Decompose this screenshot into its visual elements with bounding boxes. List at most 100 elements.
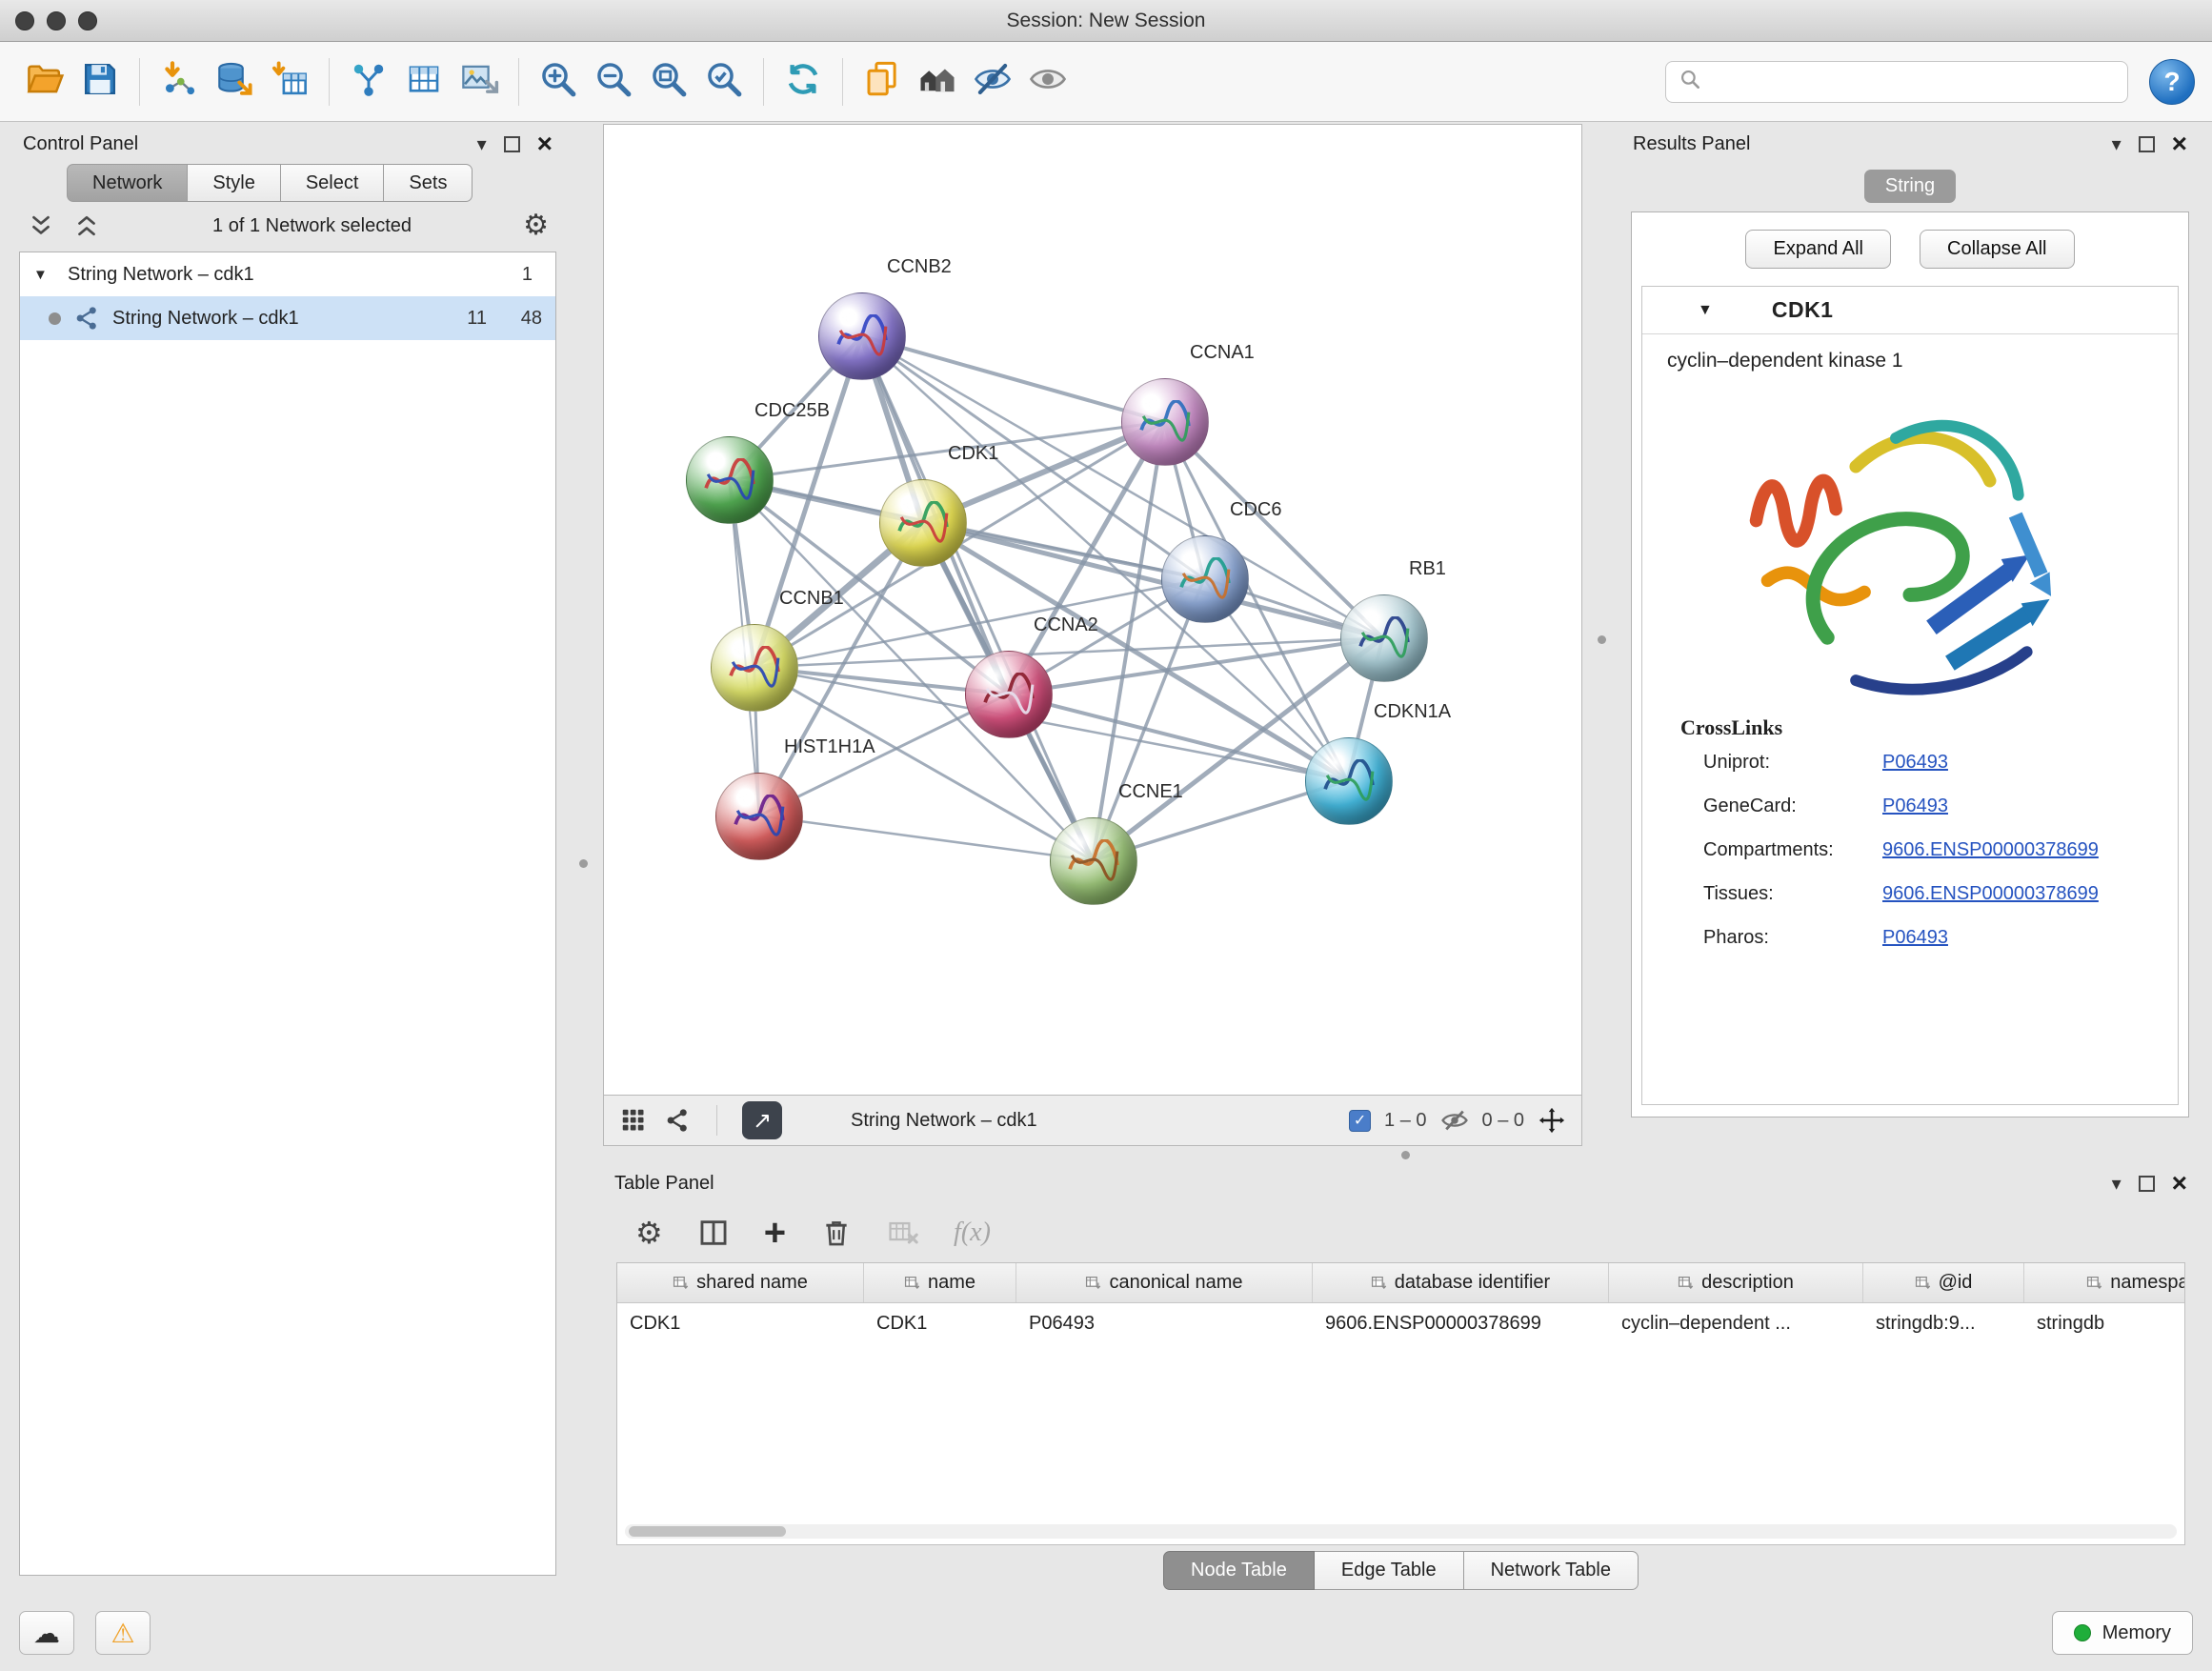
column-header-at-id[interactable]: @id [1863, 1263, 2024, 1302]
panel-float-icon[interactable] [2139, 136, 2155, 152]
zoom-fit-button[interactable] [641, 52, 696, 111]
left-splitter[interactable] [564, 124, 603, 1595]
panel-close-icon[interactable]: × [2172, 1170, 2187, 1197]
column-header-description[interactable]: description [1609, 1263, 1863, 1302]
refresh-button[interactable] [775, 52, 831, 111]
section-expand-icon[interactable]: ▼ [1698, 302, 1713, 319]
crosslink-link[interactable]: 9606.ENSP00000378699 [1882, 839, 2099, 861]
cloud-button[interactable]: ☁ [19, 1611, 74, 1655]
tab-edge-table[interactable]: Edge Table [1315, 1551, 1464, 1590]
tab-select[interactable]: Select [281, 164, 385, 202]
scrollbar-thumb[interactable] [629, 1526, 786, 1537]
hidden-eye-icon[interactable] [1440, 1106, 1469, 1135]
add-column-icon[interactable]: + [764, 1218, 786, 1248]
panel-close-icon[interactable]: × [2172, 131, 2187, 157]
import-network-database-button[interactable] [207, 52, 262, 111]
table-cell[interactable]: CDK1 [864, 1313, 1016, 1335]
panel-menu-icon[interactable]: ▾ [2112, 132, 2122, 156]
column-header-shared-name[interactable]: shared name [617, 1263, 864, 1302]
gear-icon[interactable]: ⚙ [523, 211, 549, 240]
zoom-in-button[interactable] [531, 52, 586, 111]
zoom-selected-button[interactable] [696, 52, 752, 111]
network-node-cdc6[interactable] [1161, 535, 1249, 623]
column-header-database-identifier[interactable]: database identifier [1313, 1263, 1609, 1302]
expand-all-icon[interactable] [72, 211, 101, 240]
gene-section-header[interactable]: ▼ CDK1 [1642, 287, 2178, 334]
warnings-button[interactable]: ⚠ [95, 1611, 151, 1655]
network-canvas[interactable]: CCNB2CCNA1CDC25BCDK1CDC6RB1CCNB1CCNA2CDK… [603, 124, 1582, 1095]
crosslink-link[interactable]: P06493 [1882, 927, 1948, 949]
network-node-hist1h1a[interactable] [715, 773, 803, 860]
network-node-ccna2[interactable] [965, 651, 1053, 738]
open-session-button[interactable] [17, 52, 72, 111]
search-box[interactable] [1665, 61, 2128, 103]
table-cell[interactable]: CDK1 [617, 1313, 864, 1335]
table-horizontal-scrollbar[interactable] [625, 1524, 2177, 1539]
panel-close-icon[interactable]: × [537, 131, 553, 157]
collapse-all-icon[interactable] [27, 211, 55, 240]
tab-string[interactable]: String [1864, 170, 1956, 203]
horizontal-splitter[interactable] [603, 1146, 2199, 1163]
zoom-out-button[interactable] [586, 52, 641, 111]
import-network-file-button[interactable] [151, 52, 207, 111]
table-cell[interactable]: stringdb [2024, 1313, 2185, 1335]
delete-column-icon[interactable] [820, 1217, 853, 1249]
tab-style[interactable]: Style [188, 164, 280, 202]
tree-expand-icon[interactable]: ▼ [33, 267, 56, 283]
panel-float-icon[interactable] [504, 136, 520, 152]
table-cell[interactable]: P06493 [1016, 1313, 1313, 1335]
hide-selected-button[interactable] [965, 52, 1020, 111]
network-node-ccnb1[interactable] [711, 624, 798, 712]
panel-float-icon[interactable] [2139, 1176, 2155, 1192]
table-cell[interactable]: cyclin–dependent ... [1609, 1313, 1863, 1335]
new-network-button[interactable] [341, 52, 396, 111]
home-button[interactable] [910, 52, 965, 111]
duplicate-network-button[interactable] [855, 52, 910, 111]
new-table-button[interactable] [396, 52, 452, 111]
network-node-ccne1[interactable] [1050, 817, 1137, 905]
window-close-button[interactable] [15, 11, 34, 30]
show-columns-icon[interactable] [697, 1217, 730, 1249]
search-input[interactable] [1712, 70, 2116, 92]
column-header-name[interactable]: name [864, 1263, 1016, 1302]
tree-row-network[interactable]: String Network – cdk1 11 48 [20, 296, 555, 340]
panel-menu-icon[interactable]: ▾ [2112, 1172, 2122, 1196]
save-session-button[interactable] [72, 52, 128, 111]
table-cell[interactable]: 9606.ENSP00000378699 [1313, 1313, 1609, 1335]
network-overview-icon[interactable] [663, 1106, 692, 1135]
crosslink-link[interactable]: P06493 [1882, 752, 1948, 774]
show-all-button[interactable] [1020, 52, 1076, 111]
import-table-file-button[interactable] [262, 52, 317, 111]
column-header-canonical-name[interactable]: canonical name [1016, 1263, 1313, 1302]
window-zoom-button[interactable] [78, 11, 97, 30]
network-node-rb1[interactable] [1340, 594, 1428, 682]
network-node-cdkn1a[interactable] [1305, 737, 1393, 825]
collapse-all-button[interactable]: Collapse All [1920, 230, 2075, 269]
tree-row-collection[interactable]: ▼ String Network – cdk1 1 [20, 252, 555, 296]
table-cell[interactable]: stringdb:9... [1863, 1313, 2024, 1335]
window-minimize-button[interactable] [47, 11, 66, 30]
tab-network-table[interactable]: Network Table [1464, 1551, 1639, 1590]
column-header-namespace[interactable]: namespace [2024, 1263, 2185, 1302]
tab-sets[interactable]: Sets [384, 164, 473, 202]
selected-checkbox-icon[interactable]: ✓ [1349, 1110, 1371, 1132]
table-row[interactable]: CDK1CDK1P064939606.ENSP00000378699cyclin… [617, 1303, 2184, 1343]
panel-menu-icon[interactable]: ▾ [477, 132, 487, 156]
birdseye-grid-icon[interactable] [619, 1106, 648, 1135]
table-settings-gear-icon[interactable]: ⚙ [635, 1218, 663, 1248]
help-button[interactable]: ? [2149, 59, 2195, 105]
memory-button[interactable]: Memory [2052, 1611, 2193, 1655]
network-node-ccna1[interactable] [1121, 378, 1209, 466]
network-node-cdk1[interactable] [879, 479, 967, 567]
crosslink-link[interactable]: 9606.ENSP00000378699 [1882, 883, 2099, 905]
export-network-button[interactable]: ↗ [742, 1101, 782, 1139]
expand-all-button[interactable]: Expand All [1745, 230, 1891, 269]
export-image-button[interactable] [452, 52, 507, 111]
tab-network[interactable]: Network [67, 164, 188, 202]
tab-node-table[interactable]: Node Table [1163, 1551, 1315, 1590]
pan-crosshair-icon[interactable] [1538, 1106, 1566, 1135]
network-node-cdc25b[interactable] [686, 436, 774, 524]
crosslink-link[interactable]: P06493 [1882, 795, 1948, 817]
center-splitter[interactable] [1582, 124, 1621, 1146]
network-node-ccnb2[interactable] [818, 292, 906, 380]
